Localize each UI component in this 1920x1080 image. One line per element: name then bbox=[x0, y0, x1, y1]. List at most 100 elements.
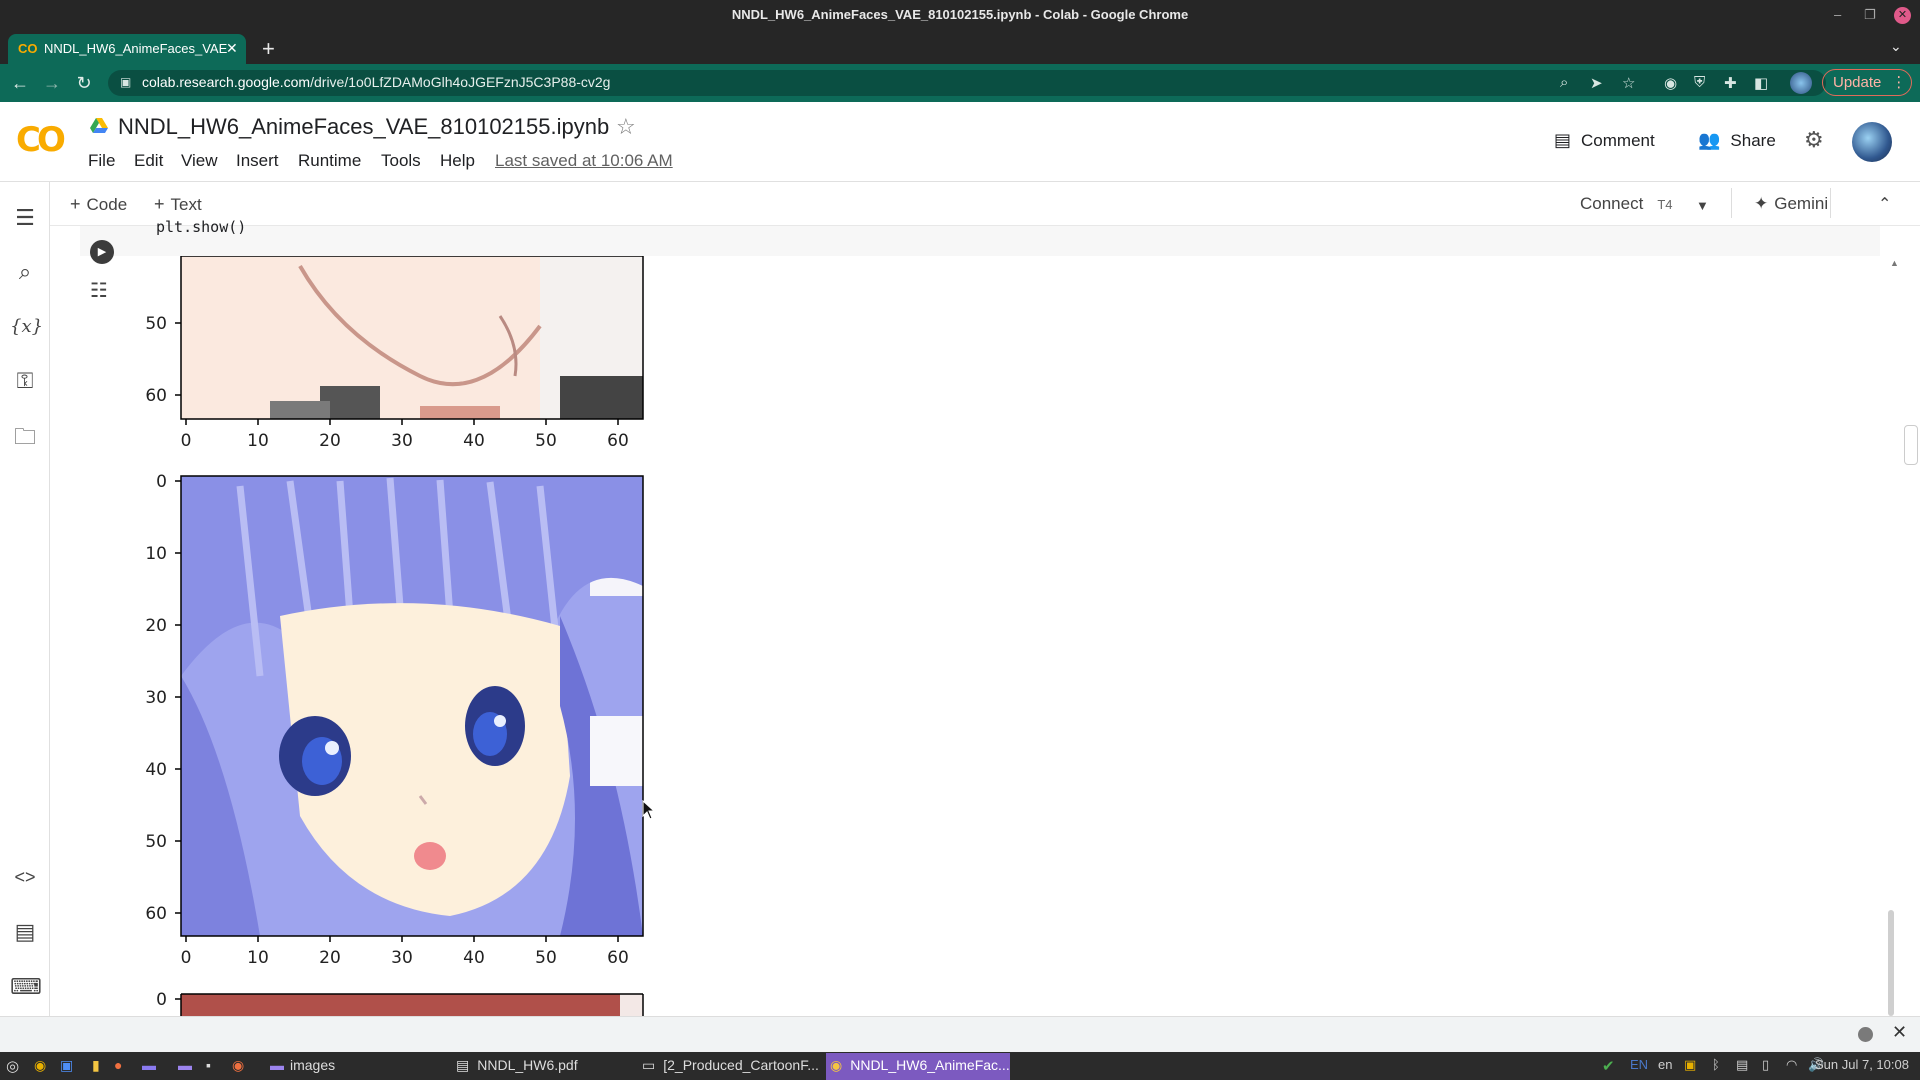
browser-tab-active[interactable]: NNDL_HW6_AnimeFaces_VAE bbox=[8, 34, 246, 64]
search-icon[interactable]: ⌕ bbox=[10, 257, 40, 287]
share-button[interactable]: 👥 Share bbox=[1698, 130, 1776, 151]
clipboard-tray-icon[interactable]: ▤ bbox=[1736, 1057, 1748, 1073]
site-info-icon[interactable]: ▣ bbox=[120, 75, 131, 89]
menu-insert[interactable]: Insert bbox=[236, 151, 279, 171]
runtime-label: T4 bbox=[1657, 197, 1673, 212]
comment-button[interactable]: ▤ Comment bbox=[1554, 130, 1655, 151]
y-tick-label: 10 bbox=[145, 544, 167, 564]
close-window-icon[interactable]: ✕ bbox=[1894, 7, 1911, 24]
terminal-launcher-icon[interactable]: ▪ bbox=[206, 1057, 211, 1073]
menu-help[interactable]: Help bbox=[440, 151, 475, 171]
display-tray-icon[interactable]: ▣ bbox=[1684, 1057, 1696, 1073]
extensions-puzzle-icon[interactable]: ✚ bbox=[1724, 74, 1737, 92]
add-text-button[interactable]: + Text bbox=[154, 194, 202, 215]
y-tick-label: 40 bbox=[145, 760, 167, 780]
files-folder-icon[interactable]: 🗀 bbox=[10, 422, 40, 452]
menu-runtime[interactable]: Runtime bbox=[298, 151, 361, 171]
terminal-icon[interactable]: ⌨ bbox=[10, 972, 42, 1002]
back-icon[interactable]: ← bbox=[10, 73, 30, 93]
variables-icon[interactable]: {x} bbox=[10, 312, 43, 342]
more-menu-icon: ⋮ bbox=[1891, 74, 1907, 91]
app-launcher-icon[interactable]: ▬ bbox=[142, 1057, 156, 1073]
menu-file[interactable]: File bbox=[88, 151, 115, 171]
tab-search-icon[interactable]: ⌄ bbox=[1890, 38, 1902, 55]
reload-icon[interactable]: ↻ bbox=[74, 73, 94, 93]
collapse-header-icon[interactable]: ⌃ bbox=[1878, 194, 1891, 214]
profile-avatar[interactable] bbox=[1790, 72, 1812, 94]
bookmark-star-icon[interactable]: ☆ bbox=[1622, 74, 1635, 92]
minimize-icon[interactable]: – bbox=[1834, 7, 1841, 23]
menu-tools[interactable]: Tools bbox=[381, 151, 421, 171]
menu-edit[interactable]: Edit bbox=[134, 151, 163, 171]
secrets-key-icon[interactable]: ⚿ bbox=[10, 366, 40, 396]
tab-strip bbox=[0, 30, 1920, 64]
x-tick-label: 30 bbox=[391, 431, 413, 451]
forward-icon[interactable]: → bbox=[42, 73, 62, 93]
url-text[interactable]: colab.research.google.com/drive/1o0LfZDA… bbox=[142, 74, 610, 90]
clock[interactable]: Sun Jul 7, 10:08 bbox=[1815, 1057, 1909, 1072]
files-launcher-icon[interactable]: ▮ bbox=[92, 1057, 100, 1074]
comment-icon: ▤ bbox=[1554, 130, 1572, 150]
last-saved-link[interactable]: Last saved at 10:06 AM bbox=[495, 151, 673, 171]
x-tick-label: 50 bbox=[535, 431, 557, 451]
account-avatar[interactable] bbox=[1852, 122, 1892, 162]
connect-label: Connect bbox=[1580, 194, 1644, 213]
notebook-scrollbar-thumb[interactable] bbox=[1904, 425, 1918, 465]
side-panel-icon[interactable]: ◧ bbox=[1754, 74, 1768, 92]
app-launcher-icon[interactable]: ◉ bbox=[232, 1057, 244, 1074]
bluetooth-tray-icon[interactable]: ᛒ bbox=[1712, 1057, 1720, 1072]
mouse-cursor-icon bbox=[642, 800, 656, 820]
y-tick-label: 60 bbox=[145, 386, 167, 406]
output-scrollbar-thumb[interactable] bbox=[1888, 910, 1894, 1016]
share-label: Share bbox=[1730, 131, 1776, 150]
lang-indicator[interactable]: EN bbox=[1630, 1057, 1648, 1072]
notebook-title[interactable]: NNDL_HW6_AnimeFaces_VAE_810102155.ipynb bbox=[118, 114, 609, 140]
taskbar-item-label: NNDL_HW6.pdf bbox=[477, 1057, 578, 1073]
app-launcher-icon[interactable]: ▣ bbox=[60, 1057, 73, 1074]
x-tick-label: 40 bbox=[463, 948, 485, 968]
folder-launcher-icon[interactable]: ▬ bbox=[178, 1057, 192, 1073]
zoom-icon[interactable]: ⌕ bbox=[1560, 74, 1568, 91]
taskbar-item-pdf[interactable]: ▤ NNDL_HW6.pdf bbox=[456, 1057, 578, 1074]
new-tab-icon[interactable]: + bbox=[262, 36, 275, 62]
scroll-up-icon[interactable]: ▲ bbox=[1890, 258, 1899, 268]
x-tick-label: 60 bbox=[607, 948, 629, 968]
menu-view[interactable]: View bbox=[181, 151, 218, 171]
update-label: Update bbox=[1833, 74, 1882, 91]
star-icon[interactable]: ☆ bbox=[616, 114, 636, 140]
send-icon[interactable]: ➤ bbox=[1590, 74, 1603, 92]
runtime-dropdown-icon[interactable]: ▼ bbox=[1696, 198, 1709, 213]
app-launcher-icon[interactable]: ● bbox=[114, 1057, 122, 1073]
code-snippets-icon[interactable]: <> bbox=[10, 862, 40, 892]
check-tray-icon[interactable]: ✔ bbox=[1602, 1057, 1615, 1075]
table-of-contents-icon[interactable]: ☰ bbox=[10, 203, 40, 233]
taskbar-item-colab[interactable]: ◉ NNDL_HW6_AnimeFac... bbox=[830, 1057, 1010, 1074]
settings-gear-icon[interactable]: ⚙ bbox=[1804, 127, 1824, 153]
connect-button[interactable]: Connect T4 bbox=[1580, 194, 1673, 214]
y-tick-label: 20 bbox=[145, 616, 167, 636]
lang-indicator-secondary[interactable]: en bbox=[1658, 1057, 1672, 1072]
chrome-launcher-icon[interactable]: ◉ bbox=[34, 1057, 46, 1074]
close-tab-icon[interactable]: ✕ bbox=[226, 40, 238, 57]
command-palette-icon[interactable]: ▤ bbox=[10, 917, 40, 947]
add-code-button[interactable]: + Code bbox=[70, 194, 127, 215]
code-cell-tail bbox=[80, 226, 1880, 256]
plus-icon: + bbox=[154, 194, 165, 214]
gemini-label: Gemini bbox=[1774, 194, 1829, 213]
colab-logo[interactable]: CO bbox=[16, 120, 66, 160]
output-actions-icon[interactable]: ☷ bbox=[90, 278, 108, 303]
comment-label: Comment bbox=[1581, 131, 1655, 150]
update-button[interactable]: Update ⋮ bbox=[1822, 69, 1912, 96]
gemini-button[interactable]: ✦ Gemini bbox=[1754, 194, 1828, 214]
maximize-icon[interactable]: ❐ bbox=[1864, 7, 1876, 23]
wifi-tray-icon[interactable]: ◠ bbox=[1786, 1057, 1797, 1073]
close-bar-icon[interactable]: ✕ bbox=[1892, 1022, 1907, 1043]
code-line[interactable]: plt.show() bbox=[156, 218, 246, 236]
battery-tray-icon[interactable]: ▯ bbox=[1762, 1057, 1769, 1073]
extension-circle-icon[interactable]: ◉ bbox=[1664, 74, 1677, 92]
shield-icon[interactable]: ⛨ bbox=[1694, 74, 1705, 91]
run-cell-button[interactable]: ▶ bbox=[90, 240, 114, 264]
start-menu-icon[interactable]: ◎ bbox=[6, 1057, 19, 1075]
taskbar-item-images[interactable]: ▬ images bbox=[270, 1057, 335, 1073]
taskbar-item-cartoon[interactable]: ▭ [2_Produced_CartoonF... bbox=[642, 1057, 819, 1074]
